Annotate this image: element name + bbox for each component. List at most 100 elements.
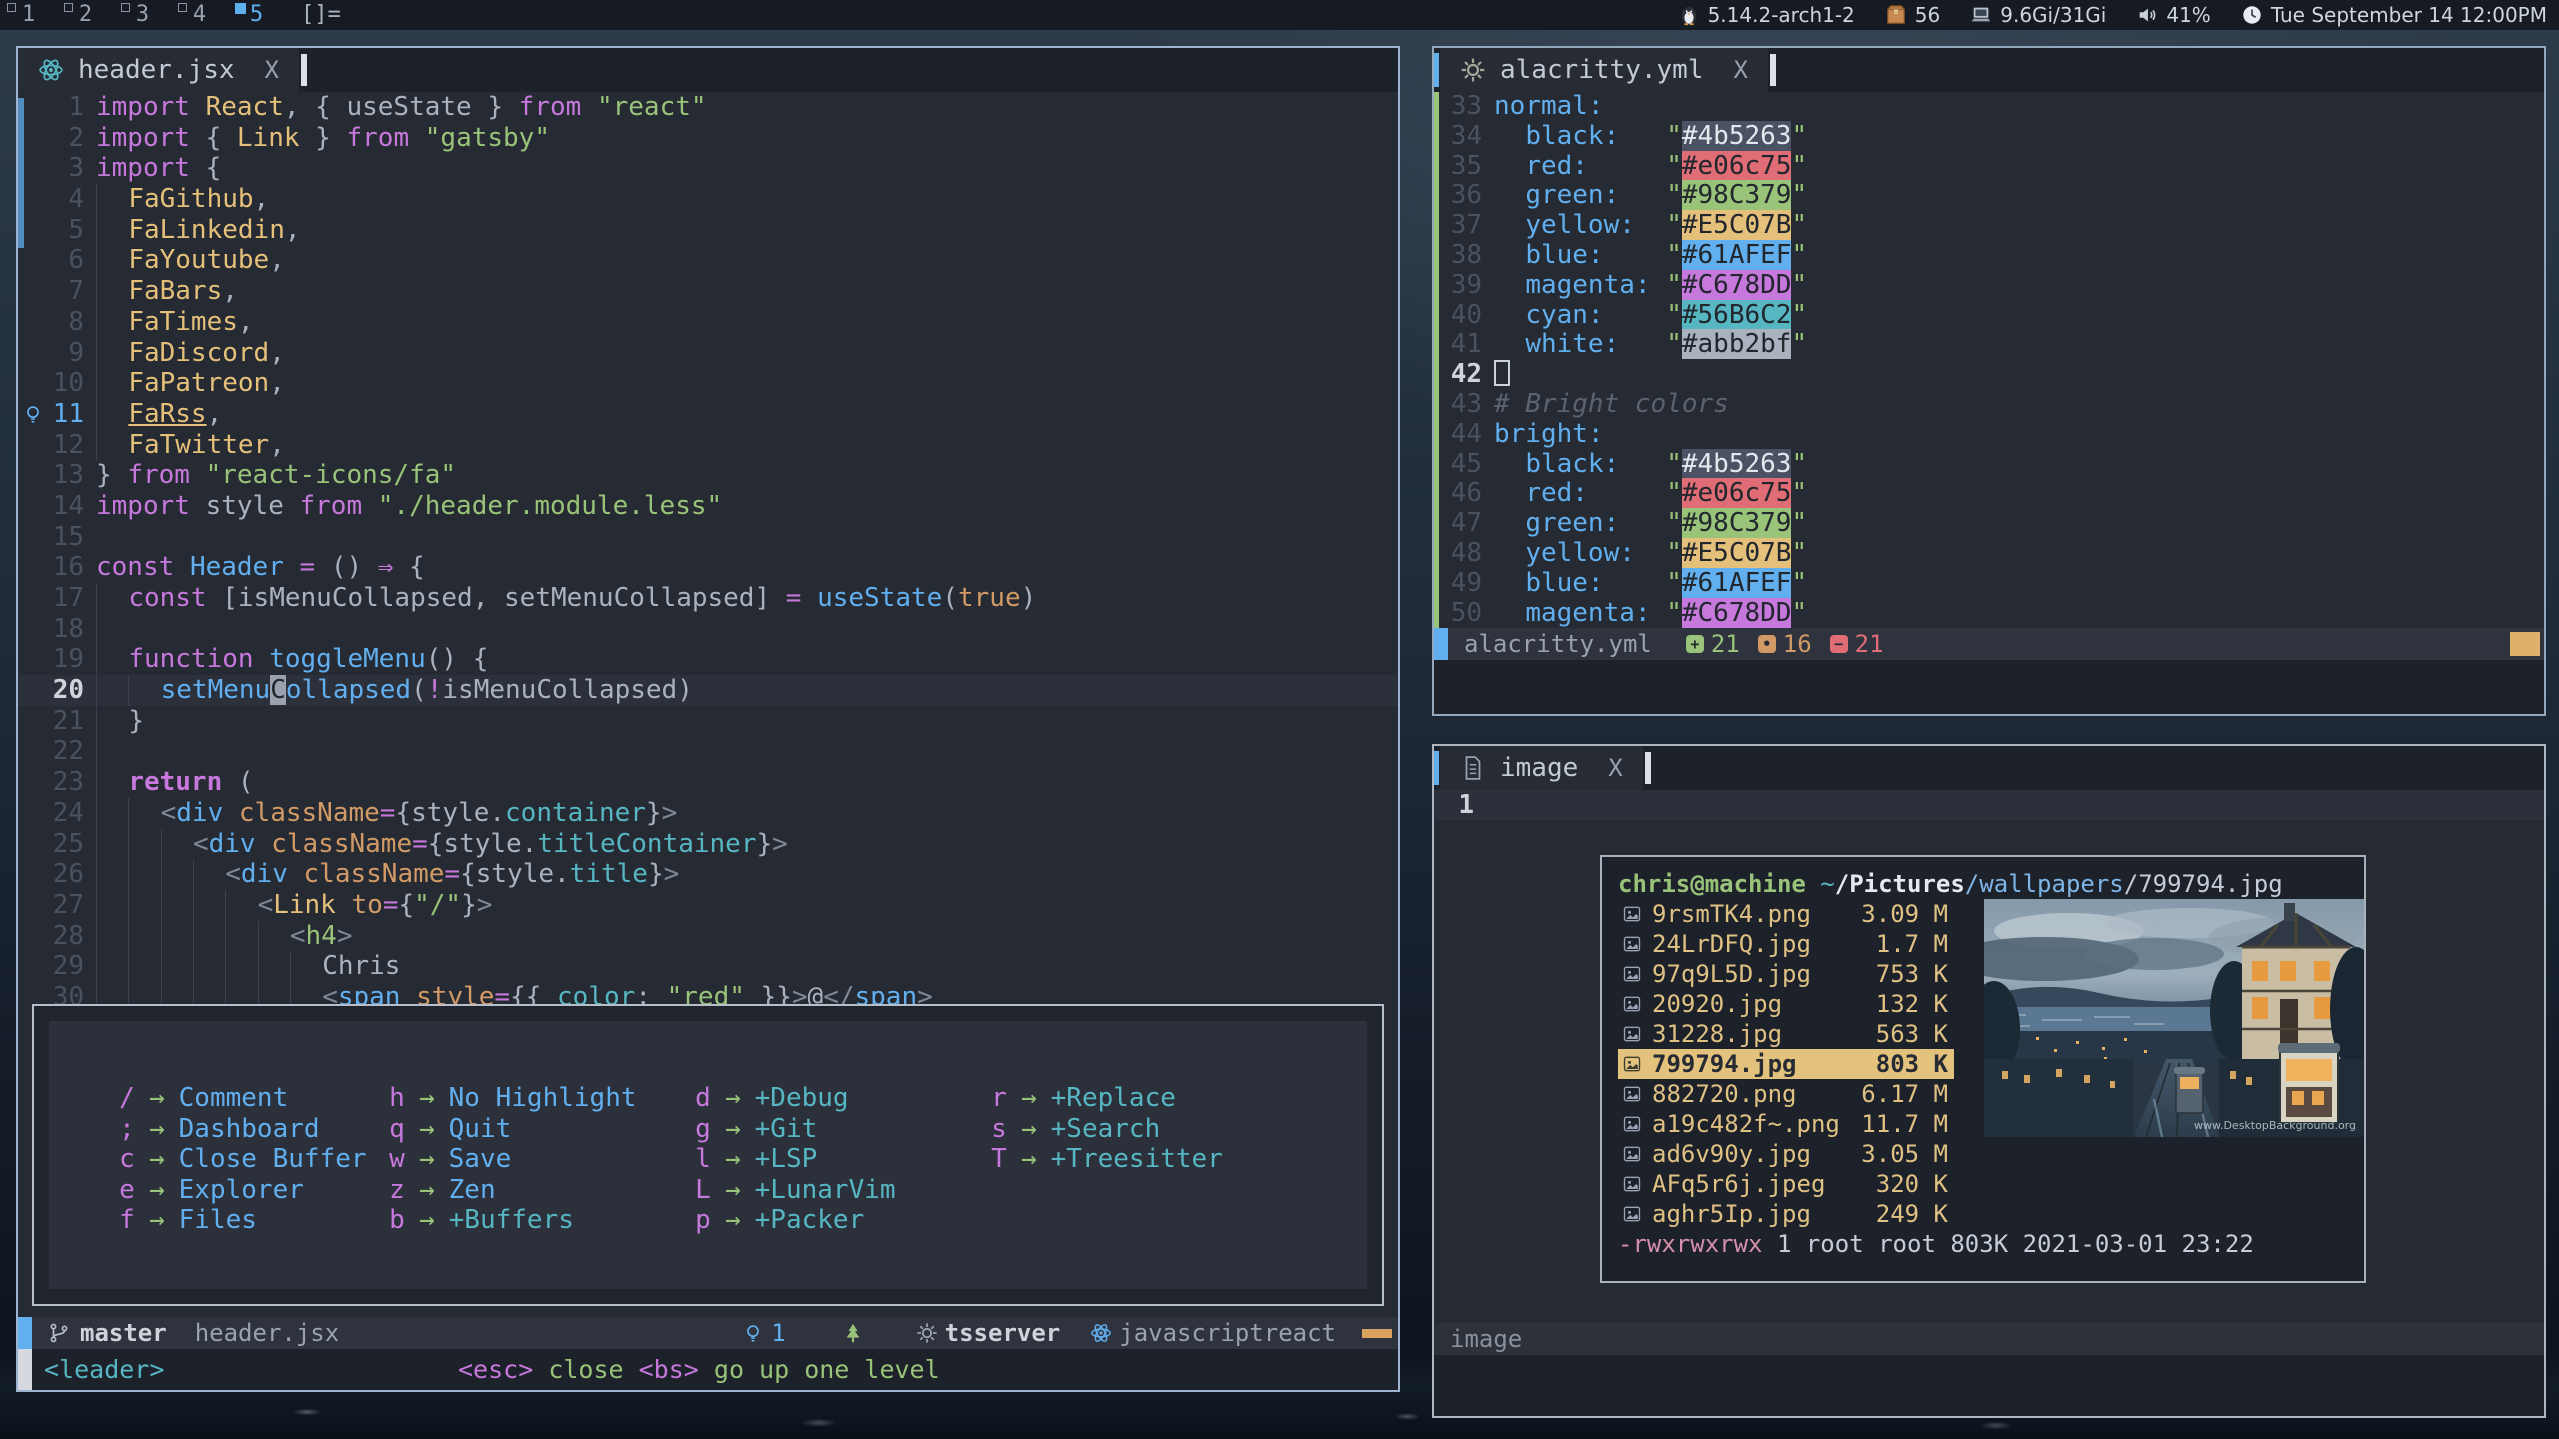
code-line[interactable]: 8 FaTimes,: [18, 307, 1398, 338]
file-row[interactable]: 799794.jpg 803 K: [1618, 1049, 1954, 1079]
code-line[interactable]: 41 white: "#abb2bf": [1442, 330, 2544, 360]
code-line[interactable]: 10 FaPatreon,: [18, 368, 1398, 399]
code-line[interactable]: 7 FaBars,: [18, 276, 1398, 307]
file-row[interactable]: AFq5r6j.jpeg 320 K: [1618, 1169, 1954, 1199]
code-line[interactable]: 33normal:: [1442, 92, 2544, 122]
scrollbar-thumb[interactable]: [18, 98, 24, 248]
file-row[interactable]: 31228.jpg 563 K: [1618, 1019, 1954, 1049]
code-line[interactable]: 3import {: [18, 153, 1398, 184]
which-key-binding[interactable]: b→+Buffers: [389, 1205, 695, 1236]
which-key-binding[interactable]: /→Comment: [119, 1083, 389, 1114]
code-text: # Bright colors: [1482, 390, 2544, 420]
file-row[interactable]: aghr5Ip.jpg 249 K: [1618, 1199, 1954, 1229]
which-key-binding[interactable]: r→+Replace: [991, 1083, 1291, 1114]
line-number: 17: [48, 583, 84, 614]
which-key-binding[interactable]: p→+Packer: [695, 1205, 991, 1236]
code-line[interactable]: 50 magenta: "#C678DD": [1442, 599, 2544, 628]
which-key-binding[interactable]: T→+Treesitter: [991, 1144, 1291, 1175]
code-line[interactable]: 20 setMenuCollapsed(!isMenuCollapsed): [18, 675, 1398, 706]
code-line[interactable]: 28 <h4>: [18, 921, 1398, 952]
code-line[interactable]: 37 yellow: "#E5C07B": [1442, 211, 2544, 241]
code-line[interactable]: 24 <div className={style.container}>: [18, 798, 1398, 829]
code-line[interactable]: 35 red: "#e06c75": [1442, 152, 2544, 182]
workspace-5[interactable]: 5: [228, 0, 285, 30]
which-key-binding[interactable]: e→Explorer: [119, 1175, 389, 1206]
workspace-1[interactable]: 1: [0, 0, 57, 30]
code-line[interactable]: 36 green: "#98C379": [1442, 181, 2544, 211]
code-text: FaLinkedin,: [84, 215, 1398, 246]
code-line[interactable]: 6 FaYoutube,: [18, 245, 1398, 276]
code-line[interactable]: 38 blue: "#61AFEF": [1442, 241, 2544, 271]
which-key-binding[interactable]: d→+Debug: [695, 1083, 991, 1114]
which-key-binding[interactable]: w→Save: [389, 1144, 695, 1175]
code-line[interactable]: 19 function toggleMenu() {: [18, 644, 1398, 675]
code-line[interactable]: 48 yellow: "#E5C07B": [1442, 539, 2544, 569]
code-line[interactable]: 27 <Link to={"/"}>: [18, 890, 1398, 921]
file-row[interactable]: 882720.png6.17 M: [1618, 1079, 1954, 1109]
code-line[interactable]: 26 <div className={style.title}>: [18, 859, 1398, 890]
file-row[interactable]: 9rsmTK4.png3.09 M: [1618, 899, 1954, 929]
code-line[interactable]: 21 }: [18, 706, 1398, 737]
file-row[interactable]: 97q9L5D.jpg 753 K: [1618, 959, 1954, 989]
workspace-4[interactable]: 4: [171, 0, 228, 30]
code-line[interactable]: 9 FaDiscord,: [18, 338, 1398, 369]
code-line[interactable]: 29 Chris: [18, 951, 1398, 982]
layout-symbol[interactable]: []=: [301, 0, 341, 30]
code-line[interactable]: 1: [1434, 790, 2544, 820]
code-line[interactable]: 42: [1442, 360, 2544, 390]
which-key-binding[interactable]: f→Files: [119, 1205, 389, 1236]
code-line[interactable]: 13} from "react-icons/fa": [18, 460, 1398, 491]
which-key-binding[interactable]: s→+Search: [991, 1114, 1291, 1145]
tab-close-button[interactable]: X: [265, 56, 279, 84]
line-number: 7: [48, 276, 84, 307]
code-line[interactable]: 44bright:: [1442, 420, 2544, 450]
code-line[interactable]: 47 green: "#98C379": [1442, 509, 2544, 539]
which-key-binding[interactable]: h→No Highlight: [389, 1083, 695, 1114]
tab-close-button[interactable]: X: [1608, 754, 1622, 782]
workspace-2[interactable]: 2: [57, 0, 114, 30]
code-line[interactable]: 15: [18, 522, 1398, 553]
code-line[interactable]: 18: [18, 614, 1398, 645]
code-line[interactable]: 12 FaTwitter,: [18, 430, 1398, 461]
code-line[interactable]: 23 return (: [18, 767, 1398, 798]
tab-image[interactable]: image X: [1440, 746, 1643, 790]
code-line[interactable]: 34 black: "#4b5263": [1442, 122, 2544, 152]
line-number: 9: [48, 338, 84, 369]
which-key-binding[interactable]: g→+Git: [695, 1114, 991, 1145]
code-line[interactable]: 5 FaLinkedin,: [18, 215, 1398, 246]
code-line[interactable]: 40 cyan: "#56B6C2": [1442, 301, 2544, 331]
code-line[interactable]: 16const Header = () ⇒ {: [18, 552, 1398, 583]
code-line[interactable]: 43# Bright colors: [1442, 390, 2544, 420]
which-key-binding[interactable]: ;→Dashboard: [119, 1114, 389, 1145]
code-line[interactable]: 46 red: "#e06c75": [1442, 479, 2544, 509]
which-key-binding[interactable]: c→Close Buffer: [119, 1144, 389, 1175]
file-row[interactable]: 20920.jpg 132 K: [1618, 989, 1954, 1019]
workspace-3[interactable]: 3: [114, 0, 171, 30]
code-line[interactable]: 25 <div className={style.titleContainer}…: [18, 829, 1398, 860]
tab-close-button[interactable]: X: [1734, 56, 1748, 84]
git-branch-name[interactable]: master: [80, 1319, 167, 1347]
code-line[interactable]: 2import { Link } from "gatsby": [18, 123, 1398, 154]
code-line[interactable]: 1import React, { useState } from "react": [18, 92, 1398, 123]
file-row[interactable]: 24LrDFQ.jpg 1.7 M: [1618, 929, 1954, 959]
which-key-binding[interactable]: L→+LunarVim: [695, 1175, 991, 1206]
code-line[interactable]: 14import style from "./header.module.les…: [18, 491, 1398, 522]
code-line[interactable]: 45 black: "#4b5263": [1442, 450, 2544, 480]
code-line[interactable]: 4 FaGithub,: [18, 184, 1398, 215]
diagnostic-count[interactable]: 1: [771, 1319, 785, 1347]
code-buffer-alacritty[interactable]: 33normal:34 black: "#4b5263"35 red: "#e0…: [1434, 92, 2544, 628]
code-line[interactable]: 22: [18, 736, 1398, 767]
command-line[interactable]: <leader> <esc> close <bs> go up one leve…: [18, 1349, 1398, 1390]
file-row[interactable]: ad6v90y.jpg3.05 M: [1618, 1139, 1954, 1169]
tab-alacritty[interactable]: alacritty.yml X: [1440, 48, 1768, 92]
which-key-binding[interactable]: q→Quit: [389, 1114, 695, 1145]
which-key-binding[interactable]: l→+LSP: [695, 1144, 991, 1175]
which-key-binding[interactable]: z→Zen: [389, 1175, 695, 1206]
file-row[interactable]: a19c482f~.png11.7 M: [1618, 1109, 1954, 1139]
code-line[interactable]: 11 FaRss,: [18, 399, 1398, 430]
code-line[interactable]: 39 magenta: "#C678DD": [1442, 271, 2544, 301]
code-line[interactable]: 17 const [isMenuCollapsed, setMenuCollap…: [18, 583, 1398, 614]
gear-icon: [1460, 57, 1486, 83]
code-line[interactable]: 49 blue: "#61AFEF": [1442, 569, 2544, 599]
tab-headerjsx[interactable]: header.jsx X: [18, 48, 299, 92]
